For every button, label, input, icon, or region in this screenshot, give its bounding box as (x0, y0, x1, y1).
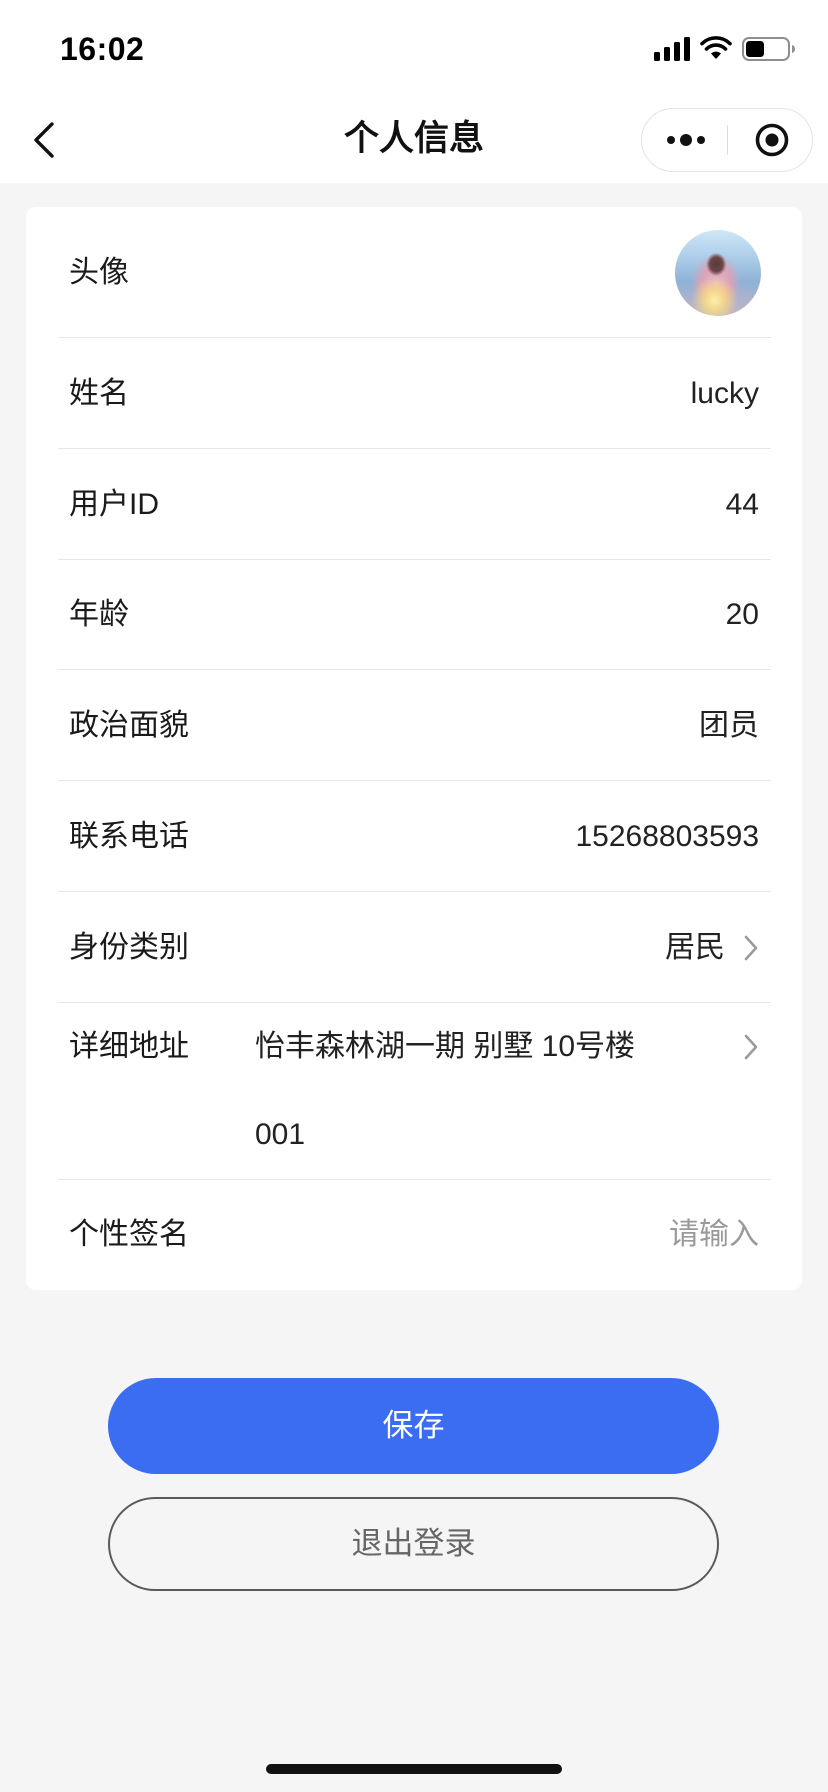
close-button[interactable] (738, 109, 806, 171)
cellular-signal-icon (654, 37, 690, 61)
address-value: 怡丰森林湖一期 别墅 10号楼 001 (255, 1003, 695, 1179)
more-dots-icon (667, 134, 705, 146)
address-line: 001 (255, 1118, 306, 1151)
more-button[interactable] (652, 109, 720, 171)
target-close-icon (755, 123, 789, 157)
political-status-label: 政治面貌 (69, 708, 189, 742)
top-bar: 16:02 个人信息 (0, 0, 828, 183)
row-political-status: 政治面貌 团员 (26, 670, 802, 781)
signature-input[interactable] (339, 1217, 759, 1253)
phone-value: 15268803593 (575, 819, 759, 853)
address-line: 怡丰森林湖一期 别墅 10号楼 (255, 1030, 636, 1063)
chevron-right-icon (743, 934, 759, 962)
identity-type-value: 居民 (665, 930, 725, 964)
profile-card: 头像 姓名 lucky 用户ID 44 年龄 20 政治面貌 团员 联系电话 1… (26, 207, 802, 1290)
battery-icon (742, 37, 796, 61)
name-value: lucky (690, 376, 759, 410)
wifi-icon (700, 35, 732, 61)
home-indicator (266, 1764, 562, 1774)
political-status-value: 团员 (699, 708, 759, 742)
age-value: 20 (725, 598, 759, 631)
back-button[interactable] (26, 118, 62, 162)
row-signature: 个性签名 (26, 1180, 802, 1290)
identity-type-label: 身份类别 (69, 930, 189, 964)
avatar-label: 头像 (69, 255, 129, 289)
row-user-id: 用户ID 44 (26, 449, 802, 560)
address-label: 详细地址 (69, 1030, 189, 1063)
logout-button[interactable]: 退出登录 (108, 1497, 719, 1591)
capsule-divider (727, 125, 728, 155)
save-button[interactable]: 保存 (108, 1378, 719, 1474)
chevron-right-icon (743, 1033, 759, 1061)
row-age: 年龄 20 (26, 560, 802, 670)
user-id-value: 44 (725, 487, 759, 521)
avatar[interactable] (675, 229, 761, 316)
row-phone: 联系电话 15268803593 (26, 781, 802, 892)
user-id-label: 用户ID (69, 487, 159, 521)
row-avatar[interactable]: 头像 (26, 207, 802, 338)
row-identity-type[interactable]: 身份类别 居民 (26, 892, 802, 1003)
signature-label: 个性签名 (69, 1218, 189, 1251)
page-title: 个人信息 (343, 119, 484, 158)
row-name: 姓名 lucky (26, 338, 802, 449)
chevron-left-icon (34, 122, 54, 158)
row-address[interactable]: 详细地址 怡丰森林湖一期 别墅 10号楼 001 (26, 1003, 802, 1180)
age-label: 年龄 (69, 598, 129, 631)
mini-program-capsule (641, 108, 813, 172)
phone-label: 联系电话 (69, 819, 189, 853)
status-time: 16:02 (60, 31, 145, 67)
name-label: 姓名 (69, 376, 129, 410)
